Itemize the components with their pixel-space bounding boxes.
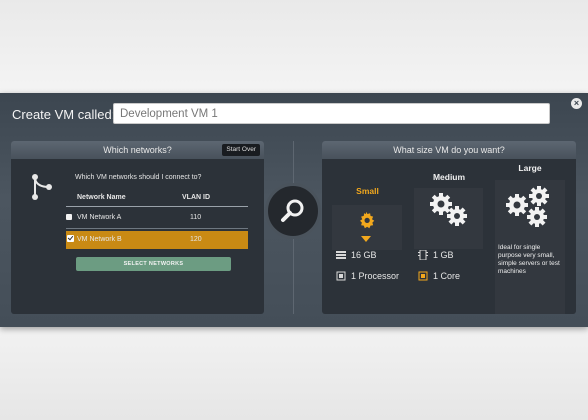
size-small-label: Small	[356, 186, 379, 196]
search-icon	[281, 199, 304, 222]
page-background-bottom	[0, 327, 588, 420]
networks-panel: Which networks? Start Over Which VM netw…	[11, 141, 264, 314]
cpu-icon	[418, 271, 428, 281]
memory-icon	[336, 251, 346, 259]
small-cpu-value: 1 Processor	[351, 271, 400, 281]
medium-memory-spec: 1 GB	[418, 250, 454, 260]
table-row[interactable]: VM Network A 110	[66, 209, 248, 227]
cpu-icon	[336, 271, 346, 281]
small-cpu-spec: 1 Processor	[336, 271, 399, 281]
row-checkbox[interactable]	[66, 214, 72, 220]
large-description: Ideal for single purpose very small, sim…	[498, 244, 560, 275]
size-panel-title: What size VM do you want?	[393, 145, 505, 155]
vm-name-label: Create VM called:	[12, 107, 116, 122]
table-row-selected[interactable]: VM Network B 120	[66, 231, 248, 249]
size-option-large[interactable]: Large	[495, 163, 565, 173]
medium-memory-value: 1 GB	[433, 250, 454, 260]
select-networks-button[interactable]: SELECT NETWORKS	[76, 257, 231, 271]
row-checkbox-checked[interactable]	[67, 235, 74, 242]
close-icon[interactable]: ×	[571, 98, 582, 109]
memory-icon	[418, 250, 428, 260]
size-medium-label: Medium	[432, 172, 466, 182]
small-memory-spec: 16 GB	[336, 250, 377, 260]
network-name-cell: VM Network B	[77, 236, 122, 243]
network-name-cell: VM Network A	[77, 214, 122, 221]
search-button[interactable]	[265, 183, 321, 239]
gear-icon	[360, 211, 375, 229]
table-header: Network Name VLAN ID	[66, 189, 248, 207]
column-header-vlan-id: VLAN ID	[182, 194, 210, 201]
size-panel-header: What size VM do you want?	[322, 141, 576, 159]
networks-question: Which VM networks should I connect to?	[75, 174, 202, 181]
gears-icon	[430, 193, 467, 226]
branch-icon	[32, 174, 52, 200]
vlan-id-cell: 120	[190, 236, 202, 243]
vlan-id-cell: 110	[190, 214, 202, 221]
networks-panel-title: Which networks?	[103, 145, 172, 155]
medium-cpu-spec: 1 Core	[418, 271, 460, 281]
gears-icon	[506, 186, 549, 227]
medium-cpu-value: 1 Core	[433, 271, 461, 281]
networks-table: Network Name VLAN ID VM Network A 110 VM…	[66, 189, 248, 249]
page-background-top	[0, 0, 588, 93]
networks-panel-header: Which networks? Start Over	[11, 141, 264, 159]
start-over-button[interactable]: Start Over	[222, 144, 260, 156]
size-option-small[interactable]: Small	[332, 186, 403, 196]
size-option-medium[interactable]: Medium	[415, 172, 483, 182]
small-memory-value: 16 GB	[351, 250, 377, 260]
vm-name-input[interactable]	[113, 103, 550, 124]
size-large-label: Large	[518, 163, 542, 173]
column-header-network-name: Network Name	[77, 194, 126, 201]
row-divider	[66, 228, 248, 229]
selected-arrow-icon	[361, 236, 371, 242]
